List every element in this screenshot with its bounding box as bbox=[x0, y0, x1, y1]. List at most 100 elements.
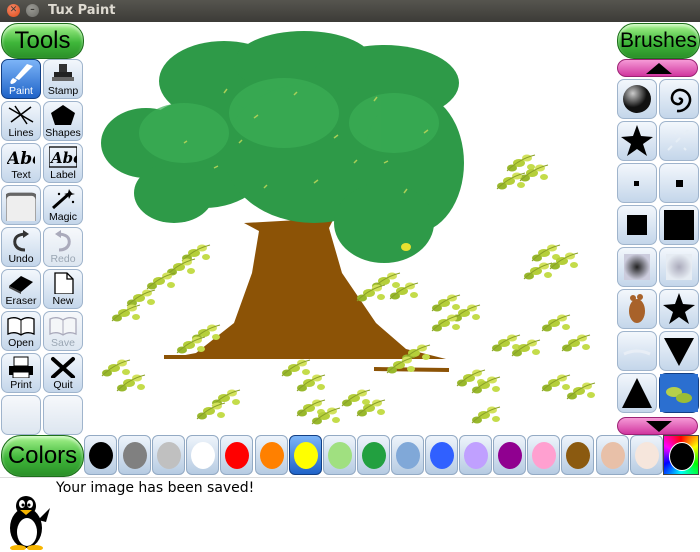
brush-button[interactable] bbox=[617, 79, 657, 119]
color-dot bbox=[395, 442, 420, 469]
svg-text:Abc: Abc bbox=[49, 149, 77, 167]
brushes-header: Brushes bbox=[617, 23, 700, 59]
color-swatch[interactable] bbox=[390, 435, 424, 475]
tool-open-button[interactable]: Open bbox=[1, 311, 41, 351]
color-dot bbox=[225, 442, 250, 469]
tool-magic-label: Magic bbox=[48, 211, 77, 223]
color-swatch[interactable] bbox=[84, 435, 117, 475]
color-swatch[interactable] bbox=[493, 435, 527, 475]
brush-button[interactable] bbox=[659, 205, 699, 245]
color-swatch[interactable] bbox=[322, 435, 356, 475]
brush-button[interactable] bbox=[659, 121, 699, 161]
brushes-scroll-up-button[interactable] bbox=[617, 59, 698, 77]
tool-magic-button[interactable]: Magic bbox=[43, 185, 83, 225]
color-dot bbox=[464, 442, 489, 469]
tool-lines-label: Lines bbox=[8, 127, 34, 139]
color-swatch[interactable] bbox=[220, 435, 254, 475]
color-dot bbox=[89, 442, 113, 469]
tool-undo-label: Undo bbox=[8, 253, 34, 265]
brush-button[interactable] bbox=[617, 121, 657, 161]
tool-lines-button[interactable]: Lines bbox=[1, 101, 41, 141]
custom-color-dot bbox=[669, 442, 695, 471]
color-swatch[interactable] bbox=[561, 435, 595, 475]
tool-print-label: Print bbox=[10, 379, 32, 391]
color-dot bbox=[532, 442, 557, 469]
brush-button[interactable] bbox=[617, 373, 657, 413]
tool-redo-label: Redo bbox=[50, 253, 76, 265]
tool-quit-label: Quit bbox=[53, 379, 73, 391]
tool-empty-slot bbox=[43, 395, 83, 435]
color-swatch[interactable] bbox=[595, 435, 629, 475]
window-title: Tux Paint bbox=[48, 3, 116, 18]
tool-eraser-label: Eraser bbox=[5, 295, 37, 307]
tool-paint-button[interactable]: Paint bbox=[1, 59, 41, 99]
tool-label-button[interactable]: Abc Label bbox=[43, 143, 83, 183]
color-swatch[interactable] bbox=[629, 435, 663, 475]
color-swatch[interactable] bbox=[288, 435, 322, 475]
tux-penguin-icon bbox=[10, 496, 50, 550]
brush-button[interactable] bbox=[617, 205, 657, 245]
brush-button[interactable] bbox=[659, 331, 699, 371]
color-dot bbox=[327, 442, 352, 469]
color-dot bbox=[361, 442, 386, 469]
color-swatch[interactable] bbox=[254, 435, 288, 475]
drawing-canvas[interactable] bbox=[84, 23, 615, 433]
tool-shapes-button[interactable]: Shapes bbox=[43, 101, 83, 141]
tool-undo-button[interactable]: Undo bbox=[1, 227, 41, 267]
brushes-scroll-down-button[interactable] bbox=[617, 417, 698, 435]
color-swatch[interactable] bbox=[186, 435, 220, 475]
arrow-down-icon bbox=[646, 421, 672, 432]
color-dot bbox=[123, 442, 148, 469]
brush-button[interactable] bbox=[659, 163, 699, 203]
color-swatch[interactable] bbox=[118, 435, 152, 475]
color-dot bbox=[498, 442, 523, 469]
color-dot bbox=[600, 442, 625, 469]
tool-eraser-button[interactable]: Eraser bbox=[1, 269, 41, 309]
color-swatch[interactable] bbox=[527, 435, 561, 475]
tool-stamp-label: Stamp bbox=[47, 85, 79, 97]
brush-button[interactable] bbox=[659, 373, 699, 413]
brush-button[interactable] bbox=[659, 79, 699, 119]
tool-redo-button[interactable]: Redo bbox=[43, 227, 83, 267]
arrow-up-icon bbox=[646, 63, 672, 74]
close-window-button[interactable]: ✕ bbox=[7, 4, 20, 17]
color-swatch[interactable] bbox=[152, 435, 186, 475]
tool-empty-slot bbox=[1, 395, 41, 435]
tool-print-button[interactable]: Print bbox=[1, 353, 41, 393]
brush-button[interactable] bbox=[617, 289, 657, 329]
colors-header: Colors bbox=[1, 435, 84, 477]
color-dot bbox=[430, 442, 454, 469]
tool-open-label: Open bbox=[8, 337, 34, 349]
color-swatch[interactable] bbox=[356, 435, 390, 475]
minimize-window-button[interactable]: – bbox=[26, 4, 39, 17]
tool-text-button[interactable]: AbcText bbox=[1, 143, 41, 183]
color-dot bbox=[293, 442, 318, 469]
color-picker-button[interactable] bbox=[663, 435, 699, 475]
tool-paint-label: Paint bbox=[9, 85, 33, 97]
brush-button[interactable] bbox=[617, 247, 657, 287]
canvas-drawing bbox=[101, 31, 596, 425]
tool-save-button[interactable]: Save bbox=[43, 311, 83, 351]
tool-new-button[interactable]: New bbox=[43, 269, 83, 309]
tool-shapes-label: Shapes bbox=[45, 127, 81, 139]
color-dot bbox=[191, 442, 216, 469]
status-area: Your image has been saved! bbox=[0, 477, 700, 552]
brush-button[interactable] bbox=[659, 289, 699, 329]
tool-text-label: Text bbox=[11, 169, 31, 181]
color-swatch[interactable] bbox=[425, 435, 458, 475]
tool-new-label: New bbox=[52, 295, 74, 307]
window-titlebar: ✕ – Tux Paint bbox=[0, 0, 700, 22]
color-dot bbox=[259, 442, 284, 469]
brush-button[interactable] bbox=[617, 163, 657, 203]
tools-header: Tools bbox=[1, 23, 84, 59]
brush-button[interactable] bbox=[659, 247, 699, 287]
color-swatch[interactable] bbox=[459, 435, 493, 475]
status-message: Your image has been saved! bbox=[56, 480, 255, 496]
tool-quit-button[interactable]: Quit bbox=[43, 353, 83, 393]
brush-button[interactable] bbox=[617, 331, 657, 371]
svg-text:Abc: Abc bbox=[7, 149, 35, 168]
tool-fill-button[interactable] bbox=[1, 185, 41, 225]
color-dot bbox=[566, 442, 591, 469]
tool-stamp-button[interactable]: Stamp bbox=[43, 59, 83, 99]
color-dot bbox=[157, 442, 182, 469]
